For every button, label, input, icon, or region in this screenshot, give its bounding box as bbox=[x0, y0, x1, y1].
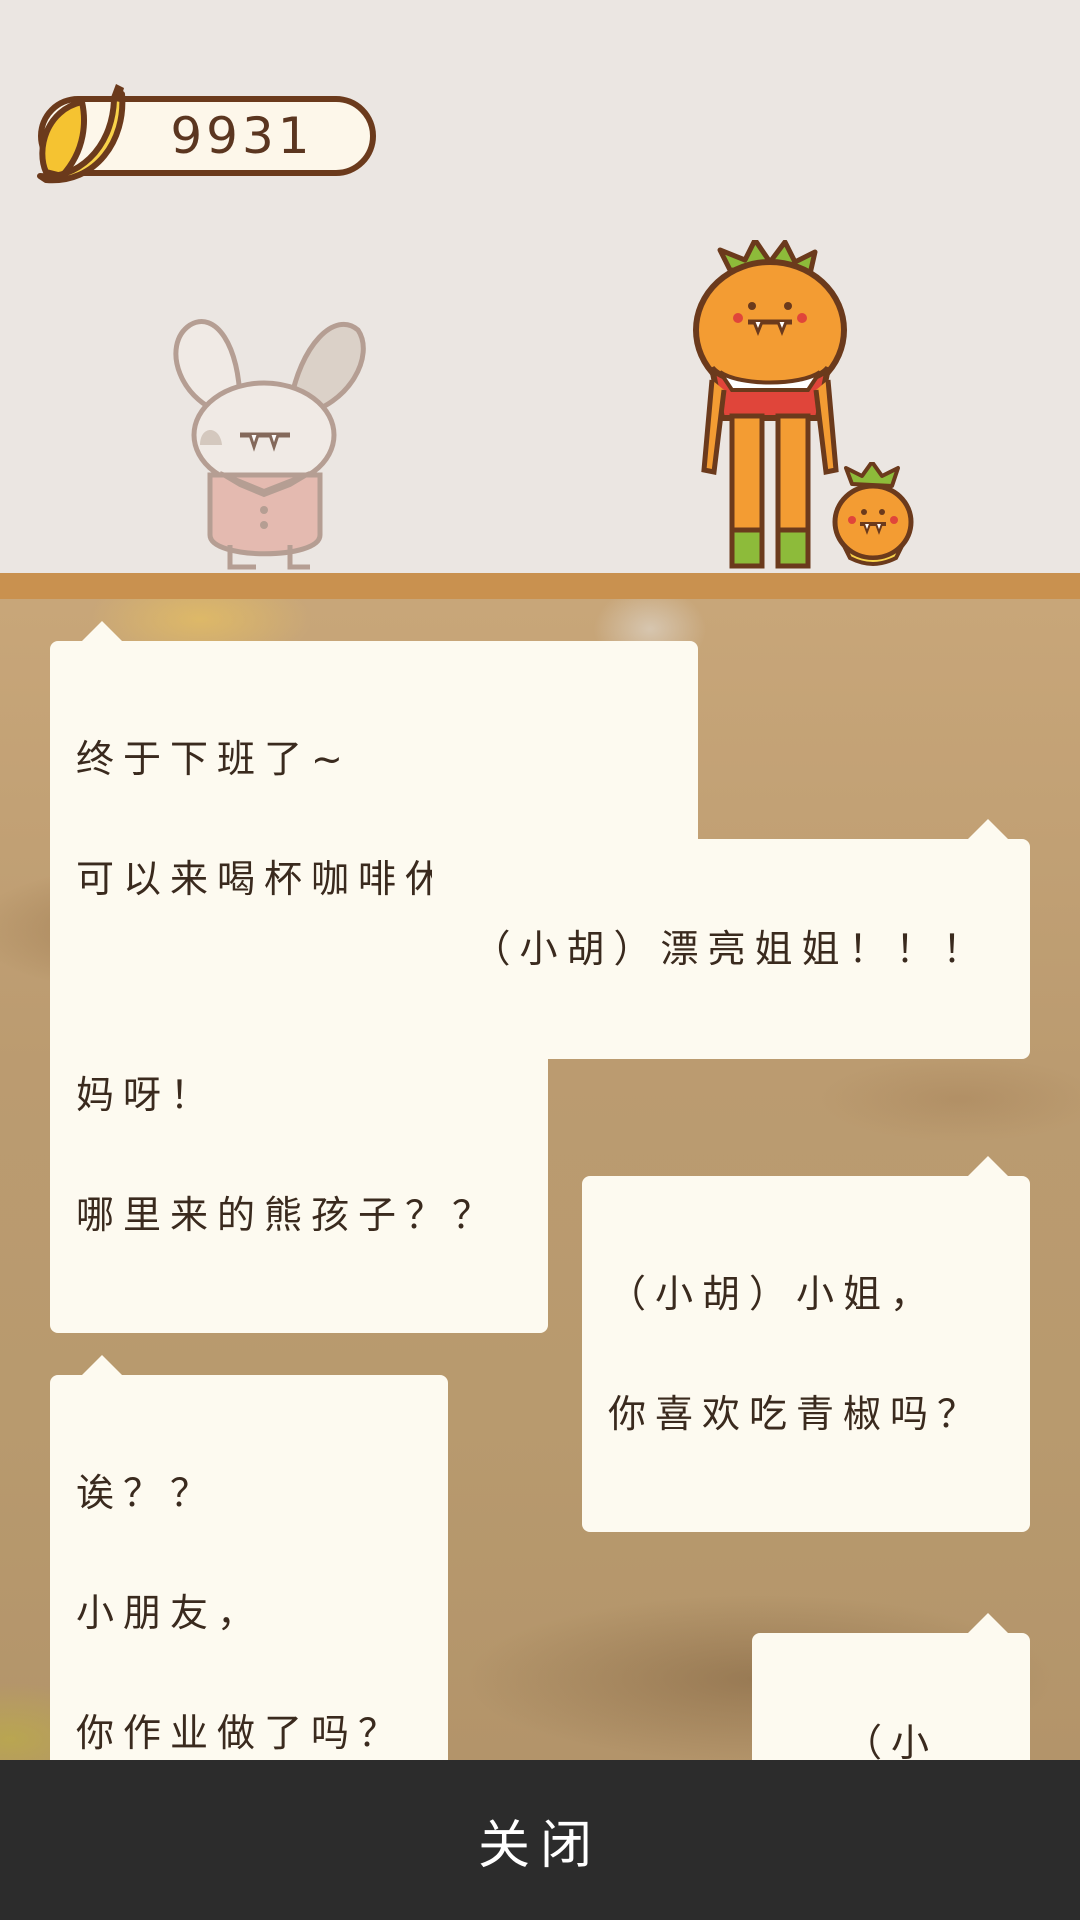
rabbit-character bbox=[173, 319, 366, 570]
dialogue-line: 小朋友， bbox=[76, 1591, 265, 1635]
dialogue-line: （小胡）小姐， bbox=[608, 1272, 938, 1316]
dialogue-line: 终于下班了~ bbox=[76, 737, 352, 781]
dialogue-line: 哪里来的熊孩子？？ bbox=[76, 1193, 500, 1237]
dialogue-line: 你喜欢吃青椒吗？ bbox=[608, 1392, 985, 1436]
dialogue-bubble-customer: 妈呀！ 哪里来的熊孩子？？ bbox=[50, 957, 548, 1333]
dialogue-bubble-xiaohu: （小胡）小姐， 你喜欢吃青椒吗？ bbox=[582, 1156, 1030, 1532]
dialogue-line: 你作业做了吗？ bbox=[76, 1711, 406, 1755]
close-button-label: 关闭 bbox=[477, 1815, 602, 1876]
game-scene: 9931 bbox=[0, 0, 1080, 573]
close-button[interactable]: 关闭 bbox=[0, 1760, 1080, 1920]
dialogue-bubble-xiaohu: （小胡）... bbox=[752, 1613, 1030, 1760]
small-carrot-character bbox=[832, 462, 914, 566]
carrot-kid-character bbox=[693, 240, 847, 569]
banana-icon bbox=[37, 84, 126, 184]
dialogue-line: 妈呀！ bbox=[76, 1073, 218, 1117]
dialogue-list[interactable]: 终于下班了~ 可以来喝杯咖啡休息一下。 （小胡）漂亮姐姐！！！ 妈呀！ 哪里来的… bbox=[0, 599, 1080, 1760]
floor-divider bbox=[0, 573, 1080, 599]
dialogue-line: 诶？？ bbox=[76, 1471, 218, 1515]
dialogue-line: （小胡）... bbox=[843, 1721, 938, 1760]
dialogue-bubble-customer: 诶？？ 小朋友， 你作业做了吗？ bbox=[50, 1355, 448, 1760]
dialogue-line: （小胡）漂亮姐姐！！！ bbox=[472, 927, 990, 971]
